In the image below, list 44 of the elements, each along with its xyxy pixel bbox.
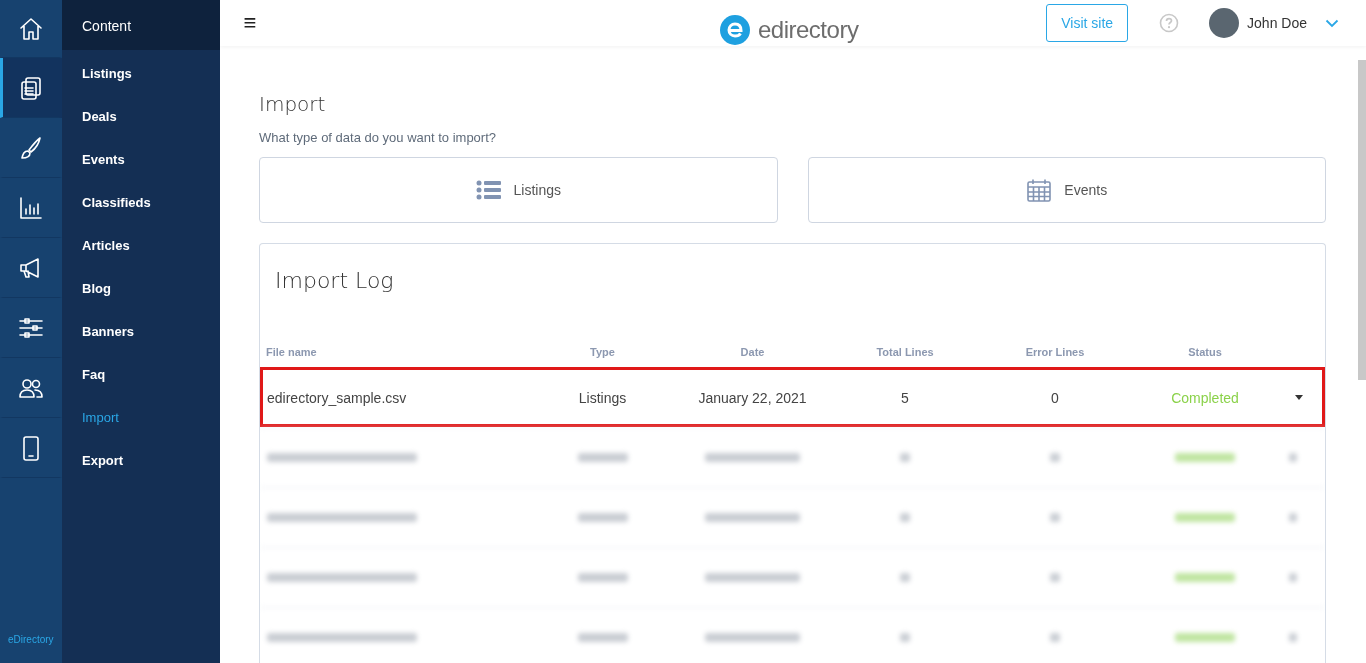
menu-item[interactable]: Events xyxy=(62,138,220,181)
import-option-button[interactable]: Events xyxy=(807,157,1326,223)
home-icon xyxy=(18,15,44,42)
column-header: Type xyxy=(589,346,616,358)
menu-item[interactable]: Import xyxy=(62,396,220,439)
menu-item[interactable]: Listings xyxy=(62,52,220,95)
table-cell-text: January 22, 2021 xyxy=(697,389,808,406)
table-cell-text: 0 xyxy=(1050,389,1060,406)
menu-item[interactable]: Blog xyxy=(62,267,220,310)
menu-item[interactable]: Classifieds xyxy=(62,181,220,224)
menu-button[interactable]: ≡ xyxy=(242,10,258,36)
user-name[interactable]: John Doe xyxy=(1247,15,1307,31)
column-header: Status xyxy=(1187,346,1223,358)
import-option-button[interactable]: Listings xyxy=(259,157,778,223)
bar-chart-icon xyxy=(18,194,44,221)
calendar-icon xyxy=(1026,178,1053,202)
menu-item[interactable]: Faq xyxy=(62,353,220,396)
column-header: Date xyxy=(739,346,766,358)
page-title: Import xyxy=(259,92,327,116)
chevron-down-icon[interactable] xyxy=(1325,18,1339,28)
column-header: File name xyxy=(265,346,318,358)
menu-heading: Content xyxy=(62,0,220,50)
caret-icon[interactable] xyxy=(1295,395,1303,400)
import-question: What type of data do you want to import? xyxy=(259,130,498,145)
list-icon xyxy=(475,178,502,202)
status-text: Completed xyxy=(1170,389,1240,406)
documents-icon xyxy=(18,74,44,101)
menu-item[interactable]: Export xyxy=(62,439,220,482)
logo-icon xyxy=(720,15,750,45)
scrollbar[interactable] xyxy=(1358,60,1366,380)
column-header: Error Lines xyxy=(1024,346,1086,358)
column-header: Total Lines xyxy=(875,346,935,358)
brand-name: edirectory xyxy=(758,16,859,44)
brush-icon xyxy=(18,134,44,161)
footer-brand: eDirectory xyxy=(7,634,55,647)
menu-item[interactable]: Articles xyxy=(62,224,220,267)
rail-item[interactable] xyxy=(0,58,62,118)
table-cell-text: edirectory_sample.csv xyxy=(266,389,408,406)
menu-item[interactable]: Deals xyxy=(62,95,220,138)
section-title: Import Log xyxy=(275,268,395,293)
avatar[interactable] xyxy=(1209,8,1240,38)
menu-item[interactable]: Banners xyxy=(62,310,220,353)
table-cell-text: 5 xyxy=(900,389,910,406)
table-cell-text: Listings xyxy=(577,389,628,406)
